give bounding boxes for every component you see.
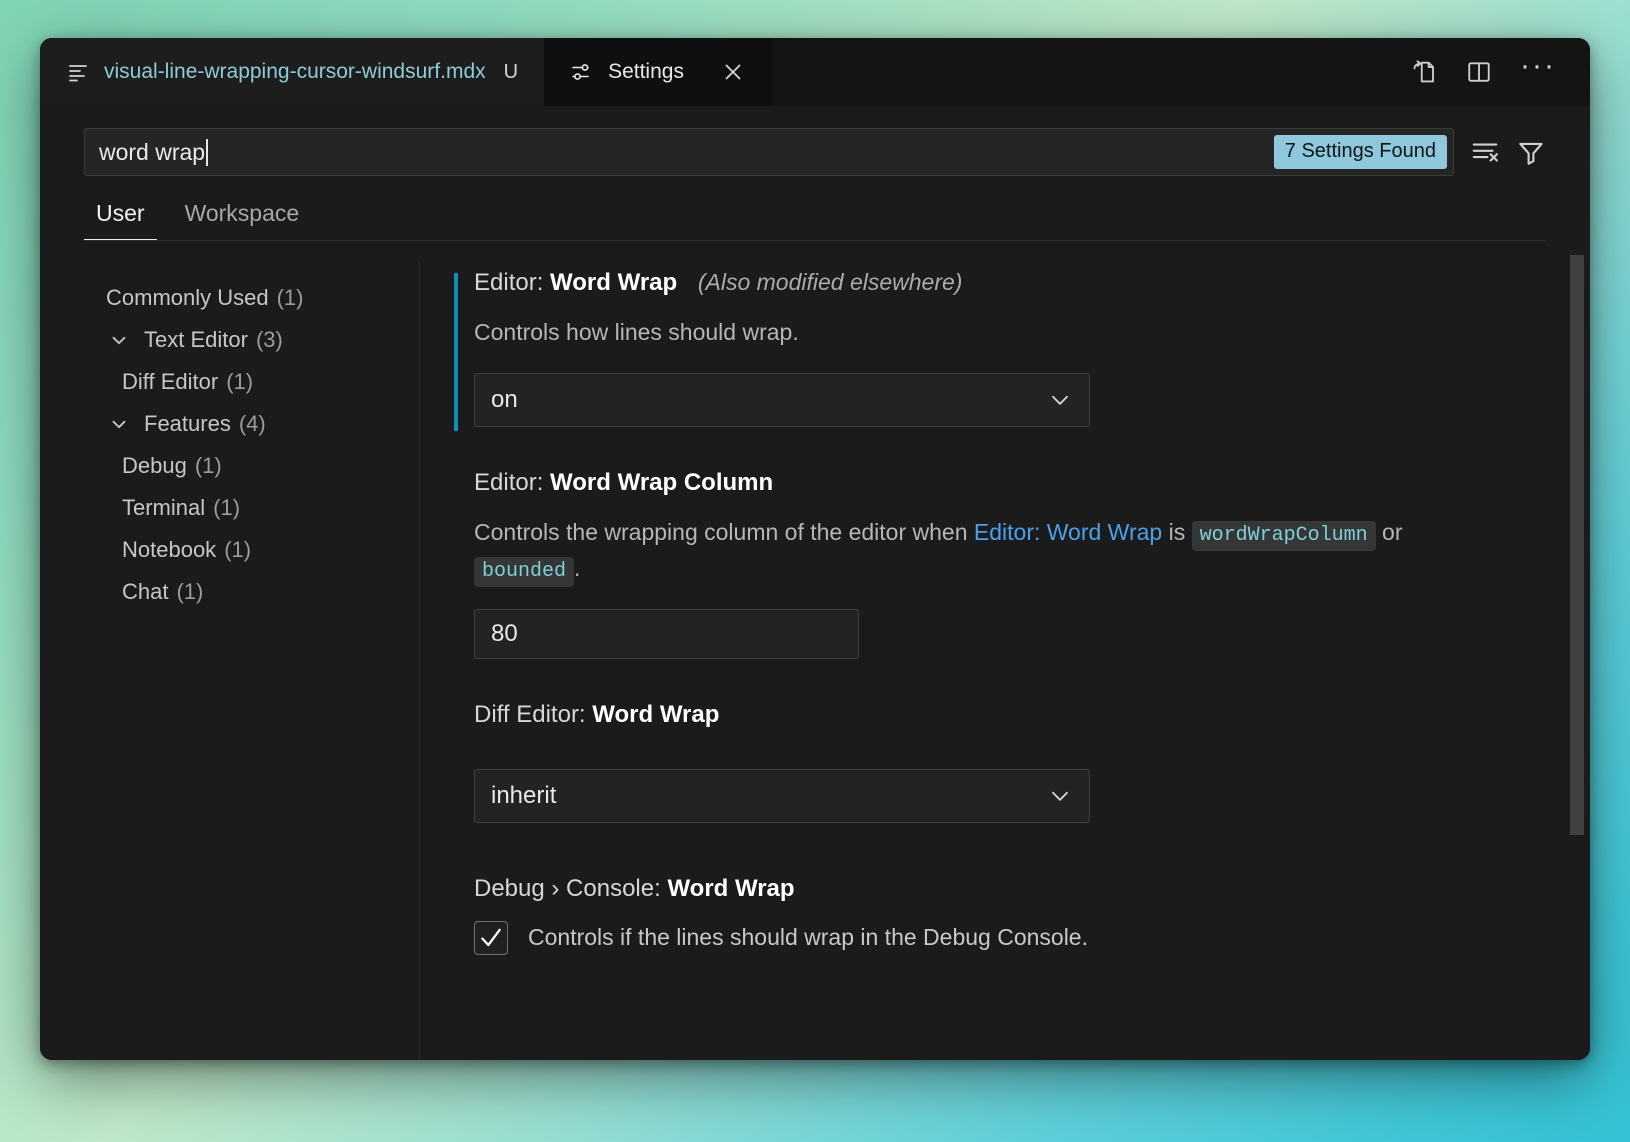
chevron-down-icon[interactable] — [108, 329, 130, 351]
toc-item-features[interactable]: Features (4) — [40, 403, 420, 445]
setting-modified-note: (Also modified elsewhere) — [697, 269, 963, 295]
description-mid: is — [1162, 518, 1192, 545]
toc-item-label: Terminal — [122, 495, 206, 520]
markdown-lines-icon — [66, 60, 90, 84]
settings-split: Commonly Used (1) Text Editor (3) Diff E… — [40, 241, 1590, 1060]
tab-label: visual-line-wrapping-cursor-windsurf.mdx — [104, 60, 486, 83]
checkbox-label: Controls if the lines should wrap in the… — [528, 924, 1088, 951]
word-wrap-column-input[interactable]: 80 — [474, 608, 859, 659]
setting-key: Word Wrap — [550, 269, 678, 296]
toc-item-notebook[interactable]: Notebook (1) — [40, 529, 420, 571]
setting-link-editor-word-wrap[interactable]: Editor: Word Wrap — [974, 519, 1162, 545]
search-input[interactable]: word wrap 7 Settings Found — [84, 128, 1454, 176]
chevron-down-icon[interactable] — [108, 413, 130, 435]
setting-title: Diff Editor: Word Wrap — [474, 701, 1590, 729]
inline-code-word-wrap-column: wordWrapColumn — [1191, 520, 1376, 551]
word-wrap-select[interactable]: on — [474, 372, 1090, 427]
setting-key: Word Wrap — [667, 874, 795, 902]
tab-user[interactable]: User — [84, 196, 157, 241]
tab-label: Settings — [608, 60, 684, 83]
close-icon[interactable] — [720, 59, 746, 85]
toc-item-count: (1) — [226, 369, 254, 394]
input-value: 80 — [491, 619, 518, 647]
select-value: on — [491, 385, 518, 413]
tab-settings[interactable]: Settings — [544, 38, 772, 106]
results-count-badge: 7 Settings Found — [1273, 135, 1447, 169]
settings-sliders-icon — [570, 60, 594, 84]
toc-item-count: (1) — [194, 453, 222, 478]
toc-item-count: (1) — [176, 579, 204, 604]
split-editor-icon[interactable] — [1464, 57, 1494, 87]
tab-visual-line-wrapping-mdx[interactable]: visual-line-wrapping-cursor-windsurf.mdx… — [40, 38, 545, 106]
tab-workspace[interactable]: Workspace — [173, 196, 312, 241]
toc-item-label: Text Editor — [144, 327, 248, 352]
diff-editor-word-wrap-select[interactable]: inherit — [474, 768, 1090, 823]
toc-item-count: (1) — [213, 495, 241, 520]
debug-console-word-wrap-checkbox[interactable] — [474, 920, 508, 955]
clear-settings-search-icon[interactable] — [1470, 137, 1500, 167]
tab-dirty-indicator: U — [503, 60, 519, 83]
open-changes-icon[interactable] — [1408, 57, 1438, 87]
filter-funnel-icon[interactable] — [1516, 137, 1546, 167]
toc-item-label: Commonly Used — [106, 285, 269, 310]
toc-item-label: Features — [144, 411, 231, 436]
setting-debug-console-word-wrap: Debug › Console: Word Wrap Controls if t… — [474, 875, 1590, 955]
setting-description: Controls the wrapping column of the edit… — [474, 515, 1484, 587]
setting-key: Word Wrap Column — [550, 468, 774, 496]
select-value: inherit — [491, 781, 557, 809]
toc-item-label: Diff Editor — [122, 369, 219, 394]
toc-item-diff-editor[interactable]: Diff Editor (1) — [40, 361, 420, 403]
toc-item-text-editor[interactable]: Text Editor (3) — [40, 319, 420, 361]
chevron-down-icon — [1047, 387, 1073, 413]
setting-category: Diff Editor: — [474, 700, 586, 728]
text-caret — [206, 138, 209, 166]
settings-editor: word wrap 7 Settings Found User Workspac… — [40, 106, 1590, 1060]
toc-item-terminal[interactable]: Terminal (1) — [40, 487, 420, 529]
description-tail: . — [574, 554, 581, 581]
setting-editor-word-wrap: Editor: Word Wrap (Also modified elsewhe… — [454, 269, 1590, 431]
settings-editor-window: visual-line-wrapping-cursor-windsurf.mdx… — [40, 38, 1590, 1060]
editor-tab-bar: visual-line-wrapping-cursor-windsurf.mdx… — [40, 38, 1590, 106]
toc-item-count: (4) — [238, 411, 266, 436]
toc-item-count: (1) — [276, 285, 304, 310]
toc-item-label: Chat — [122, 579, 169, 604]
settings-scope-tabs: User Workspace — [40, 176, 1590, 241]
chevron-down-icon — [1047, 783, 1073, 809]
description-between: or — [1375, 518, 1403, 545]
editor-actions: ··· — [1408, 38, 1590, 106]
toc-item-debug[interactable]: Debug (1) — [40, 445, 420, 487]
debug-console-word-wrap-row: Controls if the lines should wrap in the… — [474, 920, 1590, 955]
settings-toc: Commonly Used (1) Text Editor (3) Diff E… — [40, 255, 420, 1060]
toc-item-label: Notebook — [122, 537, 217, 562]
setting-key: Word Wrap — [592, 700, 720, 728]
search-input-value: word wrap — [99, 138, 206, 165]
setting-title: Editor: Word Wrap Column — [474, 469, 1590, 497]
toc-item-label: Debug — [122, 453, 187, 478]
toc-item-chat[interactable]: Chat (1) — [40, 571, 420, 613]
setting-title: Editor: Word Wrap (Also modified elsewhe… — [474, 269, 1590, 297]
setting-description: Controls how lines should wrap. — [474, 319, 799, 345]
setting-editor-word-wrap-column: Editor: Word Wrap Column Controls the wr… — [474, 469, 1590, 659]
setting-title: Debug › Console: Word Wrap — [474, 875, 1590, 903]
more-actions-icon[interactable]: ··· — [1520, 51, 1556, 81]
setting-category: Debug › Console: — [474, 874, 661, 902]
toc-item-count: (3) — [255, 327, 283, 352]
setting-category: Editor: — [474, 468, 544, 496]
setting-diff-editor-word-wrap: Diff Editor: Word Wrap inherit — [474, 701, 1590, 823]
setting-category: Editor: — [474, 269, 544, 296]
toc-item-count: (1) — [224, 537, 252, 562]
inline-code-bounded: bounded — [474, 556, 575, 587]
settings-list: Editor: Word Wrap (Also modified elsewhe… — [420, 255, 1590, 1060]
search-tools — [1454, 137, 1546, 167]
toc-item-commonly-used[interactable]: Commonly Used (1) — [40, 277, 420, 319]
settings-search-row: word wrap 7 Settings Found — [40, 106, 1590, 176]
description-lead: Controls the wrapping column of the edit… — [474, 518, 974, 545]
